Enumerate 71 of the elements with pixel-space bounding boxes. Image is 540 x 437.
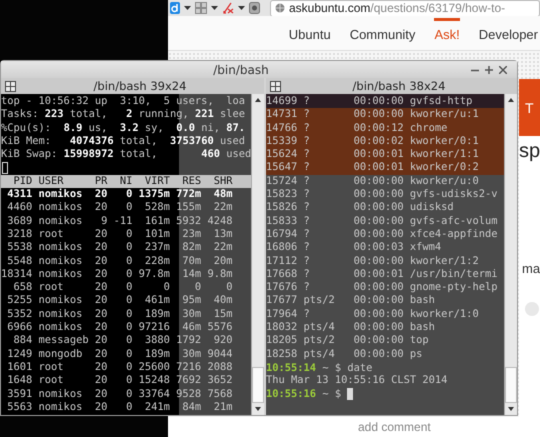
prompt-time: 10:55:14 [266, 362, 316, 374]
question-text: ma [521, 261, 540, 276]
process-row-text: 5548 nomikos 20 0 228m 70m 20m [6, 254, 232, 268]
process-row-text: 6966 nomikos 20 0 97216 46m 5576 [6, 321, 232, 334]
terminal-line: 16806 ? 00:00:03 xfwm4 [266, 241, 442, 255]
terminal-line: 17668 ? 00:00:01 /usr/bin/termi [266, 268, 498, 282]
comment-link[interactable]: add comment [358, 420, 431, 434]
terminal-line: 17676 ? 00:00:00 gnome-pty-help [266, 281, 498, 294]
command-text: ~ $ date [322, 362, 372, 374]
terminal-line: 15339 ? 00:00:02 kworker/0:1 [266, 134, 479, 148]
terminal-line: 15647 ? 00:00:01 kworker/0:2 [266, 161, 479, 175]
terminal-line: 15833 ? 00:00:00 gvfs-afc-volum [266, 214, 498, 228]
terminal-line: 14731 ? 00:00:00 kworker/u:1 [266, 108, 479, 122]
column-header: PID USER PR NI VIRT RES SHR [1, 174, 251, 188]
extension-icon[interactable] [249, 2, 260, 14]
nav-link[interactable]: Community [350, 18, 416, 42]
terminal-line: top - 10:56:32 up 3:10, 5 users, loa [1, 95, 245, 108]
process-row-text: 658 root 20 0 0 0 0 [12, 281, 232, 294]
terminal-line: 18032 pts/4 00:00:00 bash [266, 321, 435, 334]
process-row-text: 3218 root 20 0 101m 23m 13m [6, 228, 232, 242]
terminal-line: 17964 ? 00:00:00 kworker/1:0 [266, 308, 479, 322]
prompt-time: 10:55:16 [266, 388, 316, 400]
terminal-line: 17112 ? 00:00:00 kworker/1:2 [266, 254, 479, 268]
globe-icon [275, 3, 285, 13]
terminal-line: 14766 ? 00:00:12 chrome [266, 122, 448, 135]
process-row-text: 5563 nomikos 20 0 241m 84m 21m [6, 400, 232, 414]
scrollbar[interactable] [504, 94, 517, 415]
terminal-line: KiB Swap: 15998972 total, 460 used [1, 148, 251, 162]
terminal-line: Tasks: 223 total, 2 running, 221 slee [1, 108, 246, 122]
process-row-text: 884 messageb 20 0 3880 1792 920 [12, 334, 232, 348]
process-row-text: 4460 nomikos 20 0 528m 155m 22m [6, 201, 232, 215]
nav-link[interactable]: Ask! [434, 18, 460, 42]
process-row: 18314 nomikos 20 0 97.8m 14m 9.8m [1, 268, 232, 282]
caret-icon[interactable] [184, 6, 191, 10]
process-row-text: 4311 nomikos 20 0 1375m 772m 48m [6, 188, 232, 202]
terminal-line: 17677 pts/2 00:00:00 bash [266, 294, 435, 308]
terminal-line: 15823 ? 00:00:00 gvfs-udisks2-v [266, 188, 498, 202]
maximize-icon[interactable] [485, 66, 493, 74]
header-text: T [524, 100, 534, 116]
process-row-text: 5352 nomikos 20 0 189m 30m 15m [6, 308, 232, 322]
close-icon[interactable] [499, 66, 507, 74]
pen-icon[interactable] [222, 2, 234, 14]
process-row-text: 1249 mongodb 20 0 189m 30m 9044 [6, 348, 232, 361]
terminal-line: 16794 ? 00:00:00 xfce4-appfinde [266, 228, 498, 242]
terminal-line: 14699 ? 00:00:00 gvfsd-http [266, 95, 472, 108]
terminal-line: 15826 ? 00:00:00 udisksd [266, 201, 454, 215]
command-text: ~ $ [322, 388, 342, 400]
page-heading: sp [519, 140, 540, 163]
terminal-line: Thu Mar 13 10:55:16 CLST 2014 [266, 374, 448, 388]
nav-link[interactable]: Developer [478, 18, 538, 42]
terminal-line: KiB Mem: 4074376 total, 3753760 used [1, 134, 246, 148]
process-row-text: 3591 nomikos 20 0 33764 9528 7568 [6, 388, 232, 401]
terminal-line: 15624 ? 00:00:01 kworker/1:1 [266, 148, 479, 162]
split-view-icon[interactable] [5, 80, 16, 92]
app-icon[interactable] [170, 2, 180, 14]
process-row-text: 5255 nomikos 20 0 461m 95m 40m [6, 294, 232, 308]
terminal-line: 18258 pts/4 00:00:00 ps [266, 348, 422, 361]
split-view-icon[interactable] [270, 80, 281, 92]
process-row-text: 1601 root 20 0 25600 7216 2088 [6, 360, 232, 374]
caret-icon[interactable] [238, 6, 245, 10]
terminal-line: %Cpu(s): 8.9 us, 3.2 sy, 0.0 ni, 87. [1, 122, 246, 135]
process-row-text: 5538 nomikos 20 0 237m 82m 22m [6, 241, 232, 255]
caret-icon[interactable] [211, 6, 218, 10]
scrollbar[interactable] [251, 94, 264, 415]
terminal-line: 18205 pts/2 00:00:00 top [266, 334, 429, 348]
process-row-text: 1648 root 20 0 15248 7692 3652 [6, 374, 232, 388]
nav-link[interactable]: Ubuntu [288, 18, 331, 42]
address-field[interactable]: askubuntu.com/questions/63179/how-to- [270, 0, 540, 16]
window-title: /bin/bash [212, 62, 270, 76]
terminal-line: 15724 ? 00:00:00 kworker/u:0 [266, 174, 479, 188]
process-row-text: 3689 nomikos 9 -11 161m 5932 4248 [6, 214, 232, 228]
